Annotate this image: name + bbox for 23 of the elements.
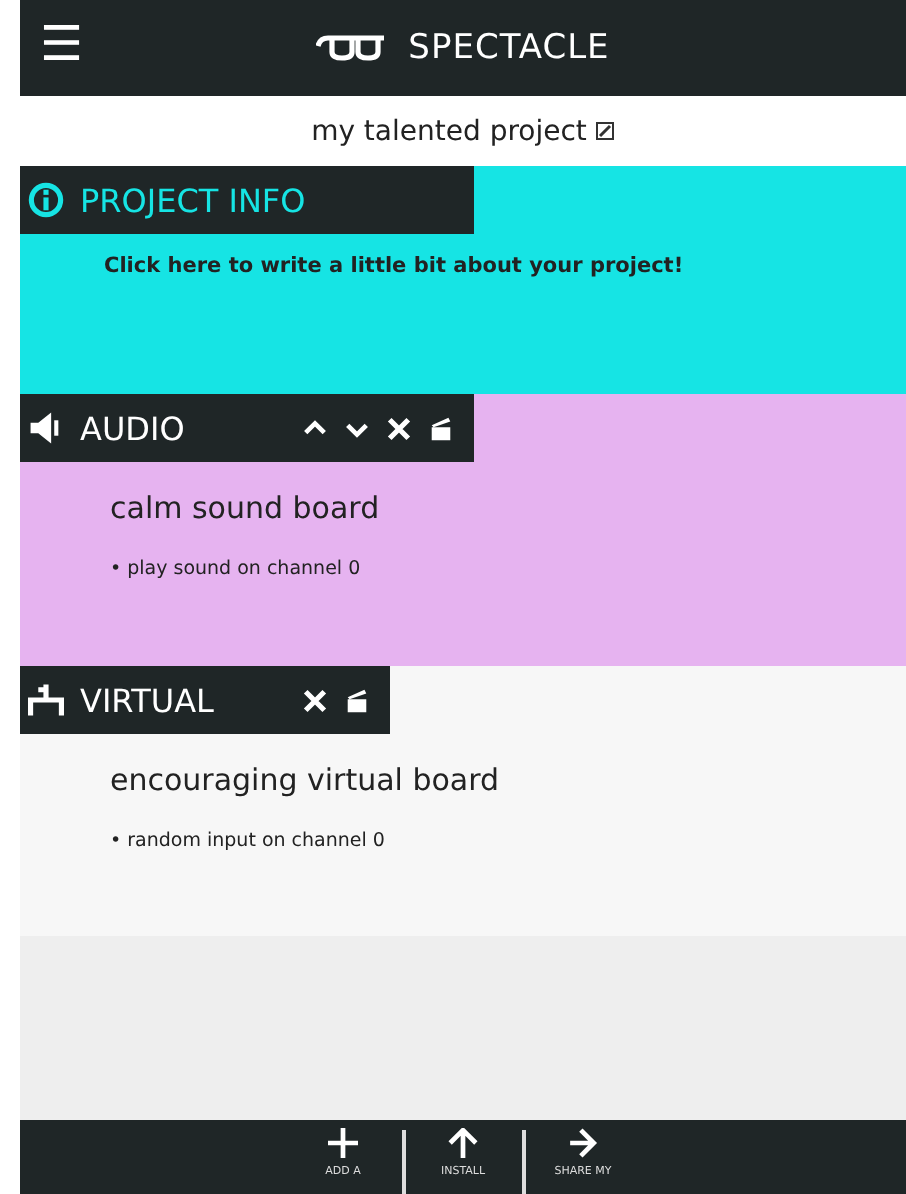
- info-icon: [28, 182, 64, 218]
- plug-icon: [28, 682, 64, 718]
- menu-button[interactable]: ☰: [40, 16, 84, 72]
- edit-icon[interactable]: [596, 122, 615, 140]
- clapperboard-icon[interactable]: [344, 687, 370, 713]
- glasses-icon: [316, 34, 389, 62]
- action-item: • random input on channel 0: [110, 830, 387, 852]
- close-icon[interactable]: [302, 687, 328, 713]
- description-text[interactable]: Click here to write a little bit about your project!: [104, 254, 906, 278]
- section-title: VIRTUAL: [80, 681, 214, 719]
- speaker-icon: [28, 410, 64, 446]
- clapperboard-icon[interactable]: [428, 415, 454, 441]
- section-title: AUDIO: [80, 409, 185, 447]
- arrow-up-icon: [448, 1128, 478, 1158]
- project-name[interactable]: my talented project: [311, 115, 587, 147]
- action-item: • play sound on channel 0: [110, 558, 363, 580]
- board-name: calm sound board: [110, 490, 382, 526]
- board-name: encouraging virtual board: [110, 762, 502, 798]
- plus-icon: [328, 1128, 358, 1158]
- arrow-right-icon: [568, 1128, 598, 1158]
- section-title: PROJECT INFO: [80, 181, 306, 219]
- close-icon[interactable]: [386, 415, 412, 441]
- app-title: SPECTACLE: [408, 28, 610, 68]
